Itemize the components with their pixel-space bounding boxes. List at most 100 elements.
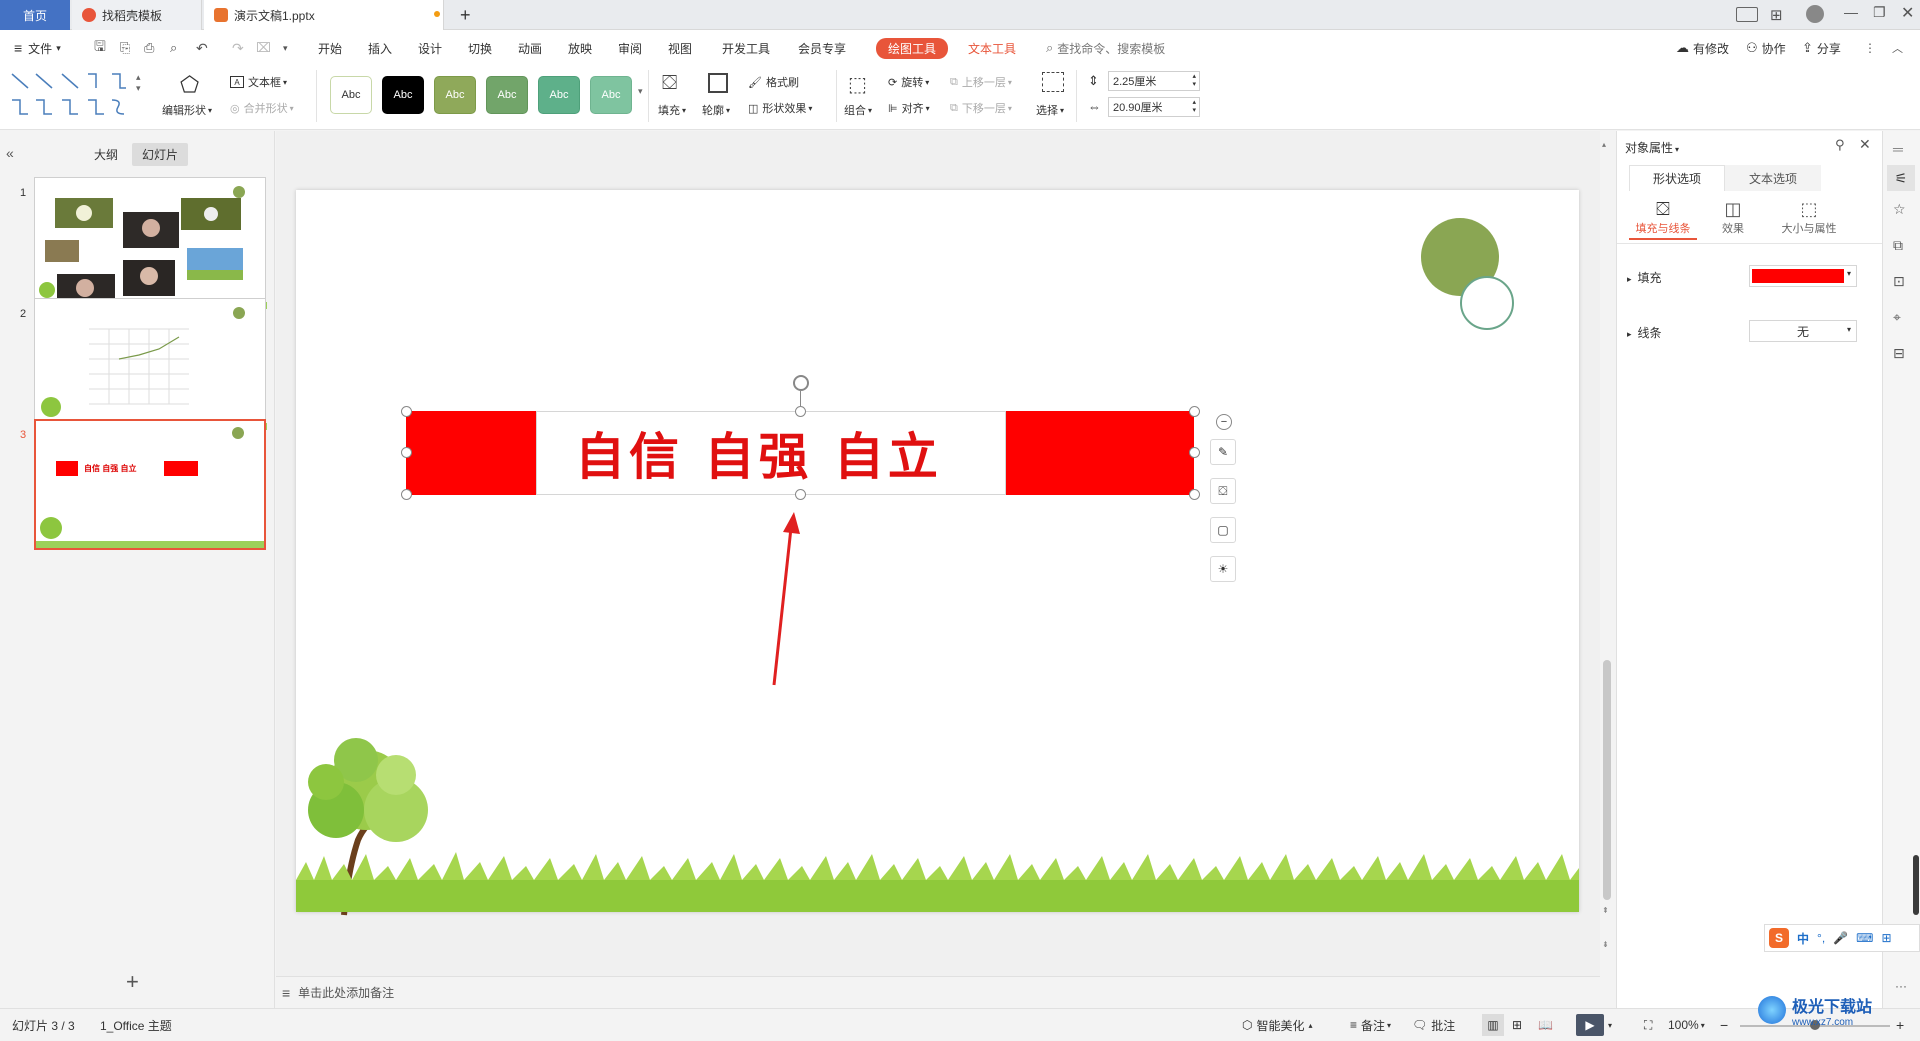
print-icon[interactable]: ⎙ <box>144 30 154 66</box>
style-gallery-more-icon[interactable]: ▾ <box>638 86 643 97</box>
avatar[interactable] <box>1806 5 1824 23</box>
export-pdf-icon[interactable]: ⎘ <box>120 30 130 66</box>
menu-transition[interactable]: 切换 <box>468 30 492 66</box>
resize-handle-nw[interactable] <box>401 406 412 417</box>
subtab-fill-line[interactable]: ⛋ 填充与线条 <box>1629 199 1697 240</box>
chevron-down-icon[interactable]: ▾ <box>1608 1009 1612 1041</box>
resize-handle-ne[interactable] <box>1189 406 1200 417</box>
smart-beautify-button[interactable]: ⬡ 智能美化 ▴ <box>1242 1009 1313 1041</box>
minimize-icon[interactable]: — <box>1844 4 1858 20</box>
panel-close-icon[interactable]: ✕ <box>1859 136 1871 153</box>
zoom-out-icon[interactable]: − <box>1720 1009 1728 1041</box>
shape-style-5[interactable]: Abc <box>538 76 580 114</box>
rotate-handle-icon[interactable] <box>793 375 809 391</box>
file-menu[interactable]: ≡ 文件 ▾ <box>14 30 61 66</box>
resize-handle-n[interactable] <box>795 406 806 417</box>
textbox-button[interactable]: A 文本框 ▾ <box>230 74 287 90</box>
prev-slide-icon[interactable]: ⇞ <box>1602 906 1609 915</box>
width-input[interactable]: 20.90厘米 ▴ ▾ <box>1108 97 1200 117</box>
tab-document[interactable]: 演示文稿1.pptx <box>204 0 444 30</box>
group-icon[interactable]: ⬚ <box>848 72 867 97</box>
tab-shape-options[interactable]: 形状选项 <box>1629 165 1725 191</box>
float-edit-pen-icon[interactable]: ✎ <box>1210 439 1236 465</box>
subtab-size-properties[interactable]: ⬚ 大小与属性 <box>1767 199 1851 236</box>
zoom-level[interactable]: 100% ▾ <box>1668 1009 1705 1041</box>
merge-shape-button[interactable]: ◎ 合并形状 ▾ <box>230 100 294 116</box>
sorter-view-icon[interactable]: ⊞ <box>1512 1009 1522 1041</box>
subtab-effects[interactable]: ◫ 效果 <box>1705 199 1761 236</box>
line-style-select[interactable]: 无 ▾ <box>1749 320 1857 342</box>
collaborate-button[interactable]: ⚇ 协作 <box>1746 30 1786 66</box>
comments-button[interactable]: 🗨 批注 <box>1412 1009 1455 1041</box>
rotate-button[interactable]: ⟳ 旋转 ▾ <box>888 74 929 90</box>
fill-section-toggle[interactable]: ▸ 填充 <box>1627 269 1662 286</box>
scroll-up-icon[interactable]: ▴ <box>1602 140 1612 152</box>
fit-window-icon[interactable]: ⛶ <box>1644 1009 1652 1041</box>
command-search[interactable]: ⌕ 查找命令、搜索模板 <box>1046 30 1165 66</box>
line-section-toggle[interactable]: ▸ 线条 <box>1627 324 1662 341</box>
menu-design[interactable]: 设计 <box>418 30 442 66</box>
canvas-scrollbar-thumb[interactable] <box>1603 660 1611 900</box>
edit-shape-icon[interactable]: ⬠ <box>180 72 199 98</box>
fill-color-picker[interactable]: ▾ <box>1749 265 1857 287</box>
menu-start[interactable]: 开始 <box>318 30 342 66</box>
banner-right-red[interactable] <box>1006 411 1194 495</box>
slide-canvas[interactable]: 自信 自强 自立 − ✎ ⛋ ▢ ☀ <box>296 190 1579 916</box>
notes-bar[interactable]: ≡ 单击此处添加备注 <box>276 976 1600 1008</box>
align-button[interactable]: ⊫ 对齐 ▾ <box>888 100 930 116</box>
resize-handle-e[interactable] <box>1189 447 1200 458</box>
location-icon[interactable]: ⌖ <box>1893 309 1901 326</box>
resize-handle-se[interactable] <box>1189 489 1200 500</box>
shape-style-1[interactable]: Abc <box>330 76 372 114</box>
collapse-panel-icon[interactable]: « <box>6 145 14 161</box>
send-backward-button[interactable]: ⧉ 下移一层 ▾ <box>950 100 1012 116</box>
slide-thumbnail-3[interactable]: 自信 自强 自立 <box>34 419 266 550</box>
outline-icon[interactable] <box>708 73 728 93</box>
menu-review[interactable]: 审阅 <box>618 30 642 66</box>
close-icon[interactable]: ✕ <box>1901 3 1914 23</box>
notes-toggle-button[interactable]: ≡ 备注 ▾ <box>1350 1009 1391 1041</box>
slide-thumbnail-1[interactable] <box>34 177 267 309</box>
resize-handle-sw[interactable] <box>401 489 412 500</box>
normal-view-icon[interactable]: ▥ <box>1482 1014 1504 1036</box>
banner-text-box[interactable]: 自信 自强 自立 <box>536 411 1006 495</box>
shape-style-2[interactable]: Abc <box>382 76 424 114</box>
add-slide-button[interactable]: + <box>126 969 139 995</box>
theme-name[interactable]: 1_Office 主题 <box>100 1009 172 1041</box>
drag-handle-icon[interactable]: ═ <box>1893 141 1903 157</box>
menu-member[interactable]: 会员专享 <box>798 30 846 66</box>
undo-icon[interactable]: ↶ <box>196 30 208 66</box>
new-tab-button[interactable]: + <box>460 0 471 30</box>
menu-drawing-tools[interactable]: 绘图工具 <box>876 30 949 66</box>
collapse-float-icon[interactable]: − <box>1216 414 1232 430</box>
more-icon[interactable]: ⋮ <box>1864 30 1876 66</box>
share-button[interactable]: ⇪ 分享 <box>1802 30 1841 66</box>
slide-switch-icon[interactable]: ⧉ <box>1893 237 1903 254</box>
punctuation-icon[interactable]: °, <box>1817 931 1825 945</box>
resize-handle-s[interactable] <box>795 489 806 500</box>
reading-view-icon[interactable]: 📖 <box>1538 1009 1553 1041</box>
menu-developer[interactable]: 开发工具 <box>722 30 770 66</box>
menu-text-tools[interactable]: 文本工具 <box>968 30 1016 66</box>
banner-left-red[interactable] <box>406 411 536 495</box>
group-button[interactable]: 组合 ▾ <box>844 102 872 118</box>
float-fill-icon[interactable]: ⛋ <box>1210 478 1236 504</box>
save-icon[interactable]: 🖫 <box>94 30 106 66</box>
edit-shape-button[interactable]: 编辑形状 ▾ <box>162 102 212 118</box>
tab-home[interactable]: 首页 <box>0 0 70 30</box>
format-clear-icon[interactable]: ⌧ <box>256 30 271 66</box>
mic-icon[interactable]: 🎤 <box>1833 931 1848 945</box>
image-icon[interactable]: ⊡ <box>1893 273 1905 290</box>
tab-text-options[interactable]: 文本选项 <box>1725 165 1821 191</box>
panel-title[interactable]: 对象属性 ▾ <box>1625 139 1679 156</box>
apps-grid-icon[interactable]: ⊞ <box>1770 6 1783 24</box>
spinner-icon[interactable]: ▴ ▾ <box>1192 73 1196 89</box>
ime-mode[interactable]: 中 <box>1797 930 1809 947</box>
next-slide-icon[interactable]: ⇟ <box>1602 940 1609 949</box>
resize-handle-w[interactable] <box>401 447 412 458</box>
ime-toolbar[interactable]: S 中 °, 🎤 ⌨ ⊞ <box>1764 924 1920 952</box>
height-input[interactable]: 2.25厘米 ▴ ▾ <box>1108 71 1200 91</box>
fill-button[interactable]: 填充 ▾ <box>658 102 686 118</box>
spinner-icon[interactable]: ▴ ▾ <box>1192 99 1196 115</box>
pin-icon[interactable]: ⚲ <box>1835 137 1845 153</box>
